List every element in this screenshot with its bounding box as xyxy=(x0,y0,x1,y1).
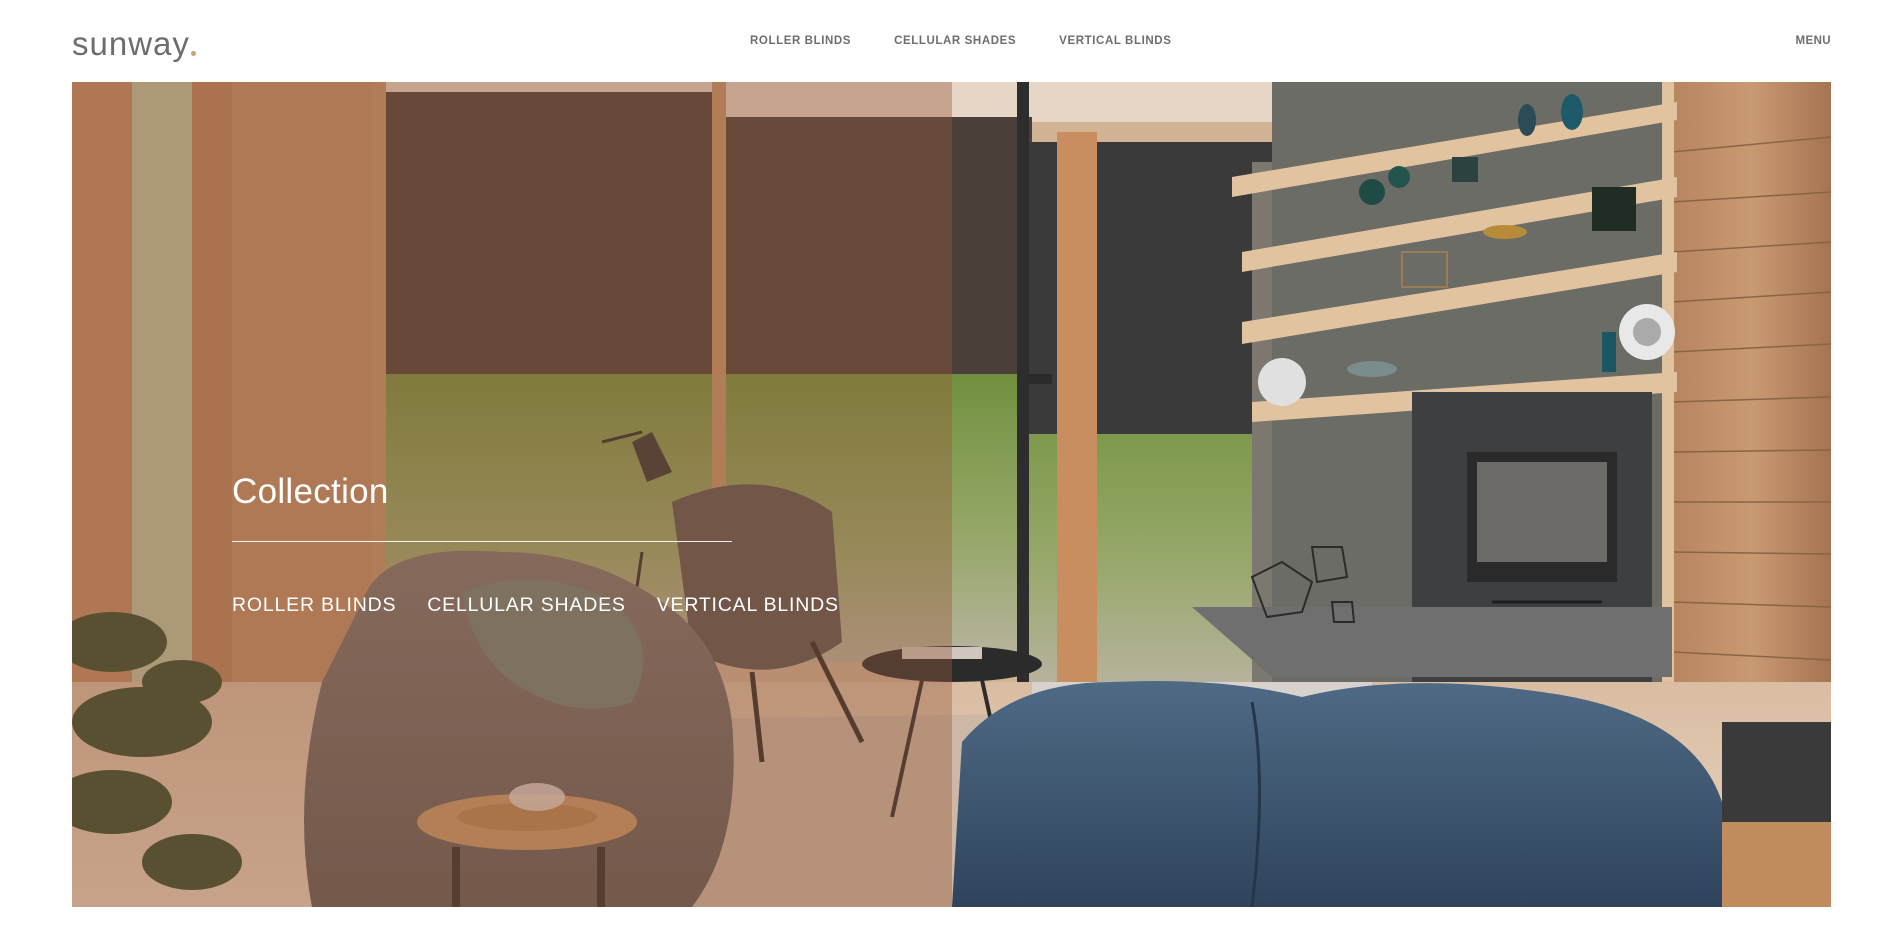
title-divider xyxy=(232,541,732,542)
logo-dot xyxy=(190,51,196,56)
hero-category-links: ROLLER BLINDS CELLULAR SHADES VERTICAL B… xyxy=(232,594,870,617)
top-nav: ROLLER BLINDS CELLULAR SHADES VERTICAL B… xyxy=(750,35,1214,47)
nav-cellular-shades[interactable]: CELLULAR SHADES xyxy=(894,35,1016,47)
site-header: sunway ROLLER BLINDS CELLULAR SHADES VER… xyxy=(0,0,1899,82)
logo-wordmark: sunway xyxy=(72,25,190,62)
hero-left-overlay xyxy=(72,82,952,907)
menu-button[interactable]: MENU xyxy=(1796,35,1831,47)
nav-vertical-blinds[interactable]: VERTICAL BLINDS xyxy=(1059,35,1171,47)
hero-link-vertical-blinds[interactable]: VERTICAL BLINDS xyxy=(657,594,839,617)
collection-title: Collection xyxy=(232,472,389,511)
hero-link-roller-blinds[interactable]: ROLLER BLINDS xyxy=(232,594,396,617)
hero-link-cellular-shades[interactable]: CELLULAR SHADES xyxy=(427,594,625,617)
logo[interactable]: sunway xyxy=(72,26,196,60)
hero-banner: Collection ROLLER BLINDS CELLULAR SHADES… xyxy=(72,82,1831,907)
nav-roller-blinds[interactable]: ROLLER BLINDS xyxy=(750,35,851,47)
